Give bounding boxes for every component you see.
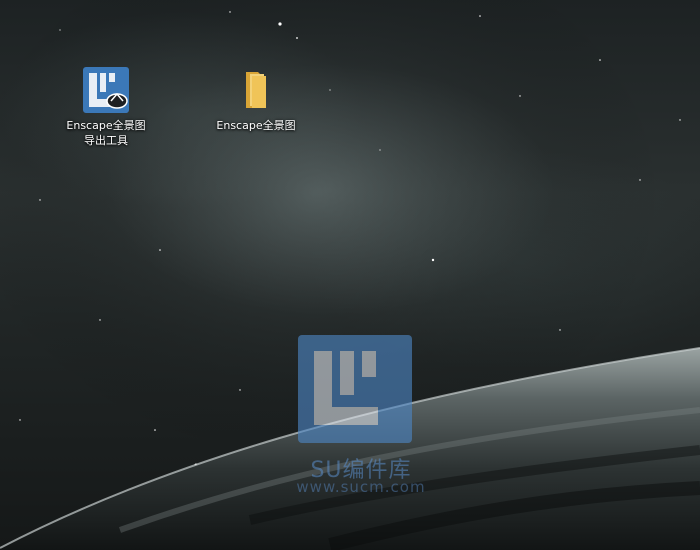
watermark-url: www.sucm.com xyxy=(296,478,426,496)
desktop-icon-label: Enscape全景图 xyxy=(216,119,296,132)
desktop-icon-enscape-folder[interactable]: Enscape全景图 xyxy=(210,66,302,133)
folder-icon xyxy=(232,66,280,114)
desktop: Enscape全景图导出工具 Enscape全景图 SU编件库 www.sucm… xyxy=(0,0,700,550)
desktop-icon-enscape-exporter[interactable]: Enscape全景图导出工具 xyxy=(60,66,152,148)
desktop-icon-label: Enscape全景图导出工具 xyxy=(66,119,146,147)
enscape-app-icon xyxy=(82,66,130,114)
watermark-logo xyxy=(298,335,412,443)
